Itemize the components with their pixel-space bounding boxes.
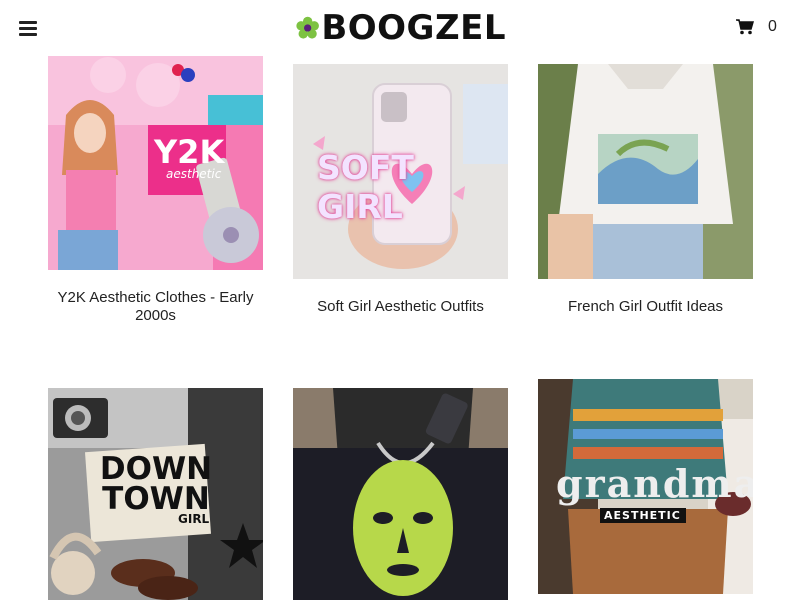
collection-image-downtown-girl[interactable]: DOWN TOWN GIRL bbox=[48, 388, 263, 600]
collection-card-french-girl[interactable]: French Girl Outfit Ideas bbox=[538, 64, 753, 324]
collection-overlay-title: Y2K bbox=[154, 133, 225, 171]
brand-name: BOOGZEL bbox=[321, 8, 506, 48]
collection-card-downtown-girl[interactable]: DOWN TOWN GIRL bbox=[48, 388, 263, 600]
brand-logo[interactable]: BOOGZEL bbox=[296, 8, 506, 48]
collection-image-grunge[interactable] bbox=[293, 388, 508, 600]
collection-overlay-title: DOWN TOWN bbox=[99, 451, 213, 517]
collection-card-y2k[interactable]: Y2K aesthetic Y2K Aesthetic Clothes - Ea… bbox=[48, 55, 263, 330]
collection-image-y2k[interactable]: Y2K aesthetic bbox=[48, 55, 263, 270]
cart-button[interactable]: 0 bbox=[736, 16, 777, 38]
hamburger-icon[interactable] bbox=[18, 18, 40, 38]
page: BOOGZEL 0 Y2K aesthetic Y2K Aesthetic Cl… bbox=[0, 0, 800, 600]
collection-overlay-title: SOFT GIRL bbox=[317, 148, 414, 226]
flower-icon bbox=[296, 16, 319, 39]
collection-image-soft-girl[interactable]: SOFT GIRL bbox=[293, 64, 508, 279]
shopping-cart-icon bbox=[736, 19, 754, 35]
collection-overlay-title: grandma bbox=[556, 461, 753, 506]
collection-overlay-subtitle: aesthetic bbox=[166, 167, 222, 181]
cart-count: 0 bbox=[768, 18, 777, 35]
collection-title[interactable]: Y2K Aesthetic Clothes - Early 2000s bbox=[48, 289, 263, 325]
collection-card-soft-girl[interactable]: SOFT GIRL Soft Girl Aesthetic Outfits bbox=[293, 64, 508, 324]
collection-overlay-subtitle: GIRL bbox=[178, 512, 210, 526]
collection-image-grandma[interactable]: grandma AESTHETIC bbox=[538, 379, 753, 594]
collection-title[interactable]: Soft Girl Aesthetic Outfits bbox=[293, 298, 508, 316]
collection-overlay-subtitle: AESTHETIC bbox=[604, 509, 681, 522]
collection-image-french-girl[interactable] bbox=[538, 64, 753, 279]
collection-card-grandma[interactable]: grandma AESTHETIC bbox=[538, 379, 753, 594]
collection-title[interactable]: French Girl Outfit Ideas bbox=[538, 298, 753, 316]
collection-card-grunge[interactable] bbox=[293, 388, 508, 600]
site-header: BOOGZEL 0 bbox=[0, 0, 800, 56]
